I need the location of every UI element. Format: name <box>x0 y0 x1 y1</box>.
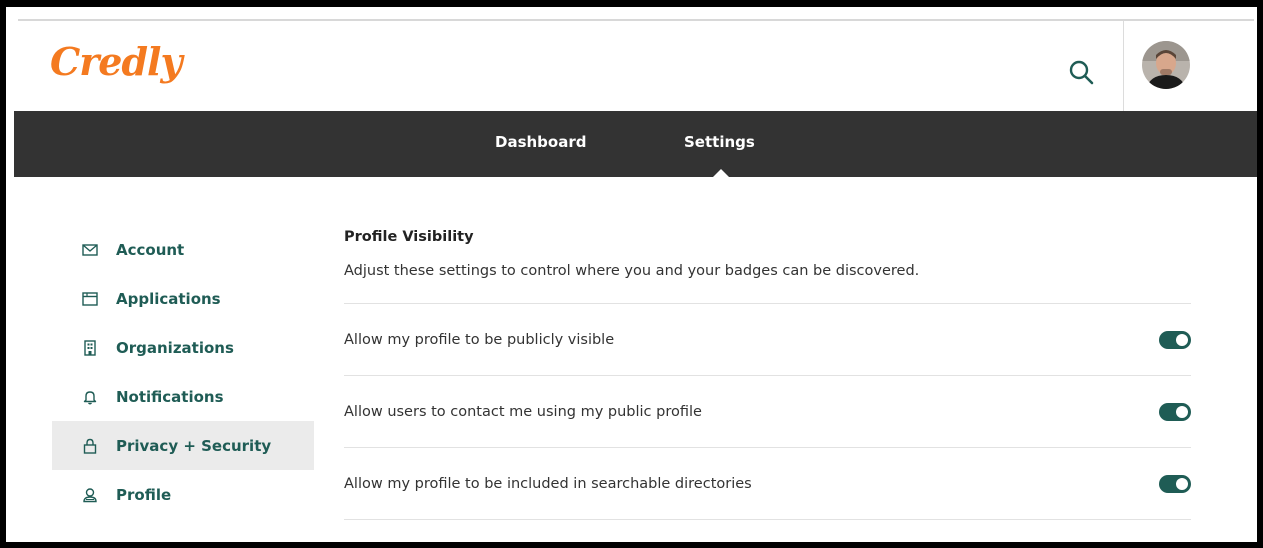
window-icon <box>80 289 100 309</box>
avatar[interactable] <box>1142 41 1190 89</box>
sidebar-item-organizations[interactable]: Organizations <box>52 323 314 372</box>
building-icon <box>80 338 100 358</box>
toggle-knob <box>1176 477 1188 490</box>
bell-icon <box>80 387 100 407</box>
setting-label: Allow users to contact me using my publi… <box>344 403 702 420</box>
sidebar-item-label: Account <box>116 240 185 259</box>
sidebar-item-label: Organizations <box>116 338 234 357</box>
setting-label: Allow my profile to be publicly visible <box>344 331 615 348</box>
sidebar-item-label: Profile <box>116 485 172 504</box>
setting-row-searchable-directories: Allow my profile to be included in searc… <box>344 448 1191 519</box>
active-nav-indicator <box>713 169 729 177</box>
top-header: Credly <box>14 21 1257 111</box>
header-divider <box>1123 21 1124 111</box>
setting-row-contact: Allow users to contact me using my publi… <box>344 376 1191 447</box>
search-icon <box>1069 60 1094 85</box>
app-window: Credly Dashboard Settings Account Applic… <box>0 0 1263 548</box>
setting-label: Allow my profile to be included in searc… <box>344 475 752 492</box>
toggle-knob <box>1176 405 1188 418</box>
sidebar-item-label: Privacy + Security <box>116 436 272 455</box>
sidebar-item-label: Applications <box>116 289 221 308</box>
settings-sidebar: Account Applications Organizations Notif… <box>52 225 314 519</box>
toggle-searchable-directories[interactable] <box>1159 474 1191 493</box>
search-button[interactable] <box>1066 57 1098 89</box>
lock-icon <box>80 436 100 456</box>
sidebar-item-account[interactable]: Account <box>52 225 314 274</box>
sidebar-item-label: Notifications <box>116 387 224 406</box>
nav-dashboard[interactable]: Dashboard <box>495 133 586 151</box>
toggle-knob <box>1176 333 1188 346</box>
badge-icon <box>80 485 100 505</box>
toggle-contact[interactable] <box>1159 402 1191 421</box>
divider <box>344 519 1191 520</box>
main-nav-bar: Dashboard Settings <box>14 111 1257 177</box>
sidebar-item-profile[interactable]: Profile <box>52 470 314 519</box>
sidebar-item-applications[interactable]: Applications <box>52 274 314 323</box>
section-title: Profile Visibility <box>344 229 474 245</box>
nav-settings[interactable]: Settings <box>684 133 755 151</box>
setting-row-public-visible: Allow my profile to be publicly visible <box>344 304 1191 375</box>
sidebar-item-notifications[interactable]: Notifications <box>52 372 314 421</box>
settings-content: Profile Visibility Adjust these settings… <box>344 229 1191 520</box>
sidebar-item-privacy-security[interactable]: Privacy + Security <box>52 421 314 470</box>
toggle-public-visible[interactable] <box>1159 330 1191 349</box>
credly-logo[interactable]: Credly <box>50 43 183 81</box>
section-description: Adjust these settings to control where y… <box>344 263 920 279</box>
envelope-icon <box>80 240 100 260</box>
